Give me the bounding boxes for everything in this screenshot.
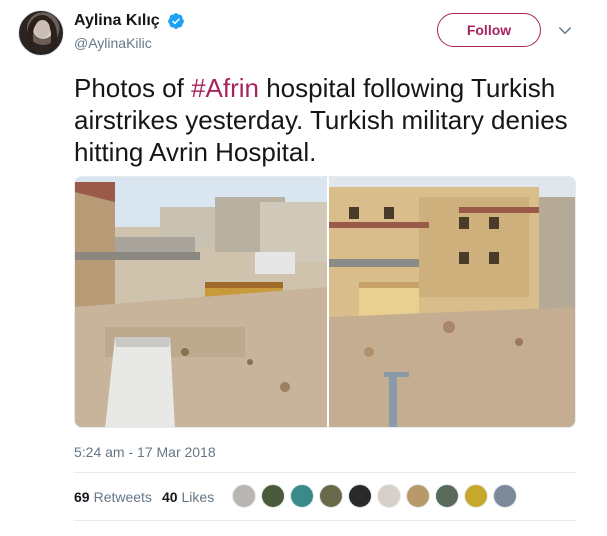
- avatar[interactable]: [18, 10, 64, 56]
- user-name-block[interactable]: Aylina Kılıç @AylinaKilic: [74, 12, 185, 51]
- photo-left[interactable]: [75, 177, 327, 427]
- hospital-building-photo: [328, 177, 575, 427]
- likes-count: 40: [161, 489, 178, 505]
- likes-label: Likes: [181, 489, 215, 505]
- liker-avatar[interactable]: [464, 484, 488, 508]
- liker-avatar[interactable]: [377, 484, 401, 508]
- display-name[interactable]: Aylina Kılıç: [74, 12, 160, 30]
- hospital-damage-photo: [75, 177, 327, 427]
- liker-avatar[interactable]: [435, 484, 459, 508]
- likers-avatars: [232, 484, 522, 510]
- tweet-media[interactable]: [74, 176, 576, 428]
- photo-right[interactable]: [326, 177, 575, 427]
- divider: [74, 520, 576, 521]
- divider: [74, 472, 576, 473]
- liker-avatar[interactable]: [319, 484, 343, 508]
- liker-avatar[interactable]: [290, 484, 314, 508]
- retweets-count: 69: [74, 489, 90, 505]
- follow-button[interactable]: Follow: [437, 13, 541, 47]
- tweet-text-part: Photos of: [74, 73, 192, 103]
- liker-avatar[interactable]: [232, 484, 256, 508]
- liker-avatar[interactable]: [348, 484, 372, 508]
- liker-avatar[interactable]: [261, 484, 285, 508]
- chevron-down-icon[interactable]: [556, 22, 574, 40]
- tweet-header: Aylina Kılıç @AylinaKilic Follow: [18, 10, 588, 60]
- tweet-timestamp[interactable]: 5:24 am - 17 Mar 2018: [74, 444, 216, 460]
- likes-stat[interactable]: 40 Likes: [162, 489, 214, 505]
- retweets-stat[interactable]: 69 Retweets: [74, 489, 152, 505]
- liker-avatar[interactable]: [406, 484, 430, 508]
- tweet-stats: 69 Retweets 40 Likes: [74, 484, 224, 510]
- retweets-label: Retweets: [93, 489, 152, 505]
- avatar-face: [35, 20, 50, 38]
- verified-badge-icon: [168, 13, 184, 29]
- liker-avatar[interactable]: [493, 484, 517, 508]
- hashtag-link[interactable]: #Afrin: [191, 73, 259, 103]
- tweet-text: Photos of #Afrin hospital following Turk…: [74, 72, 584, 168]
- user-handle[interactable]: @AylinaKilic: [74, 35, 185, 51]
